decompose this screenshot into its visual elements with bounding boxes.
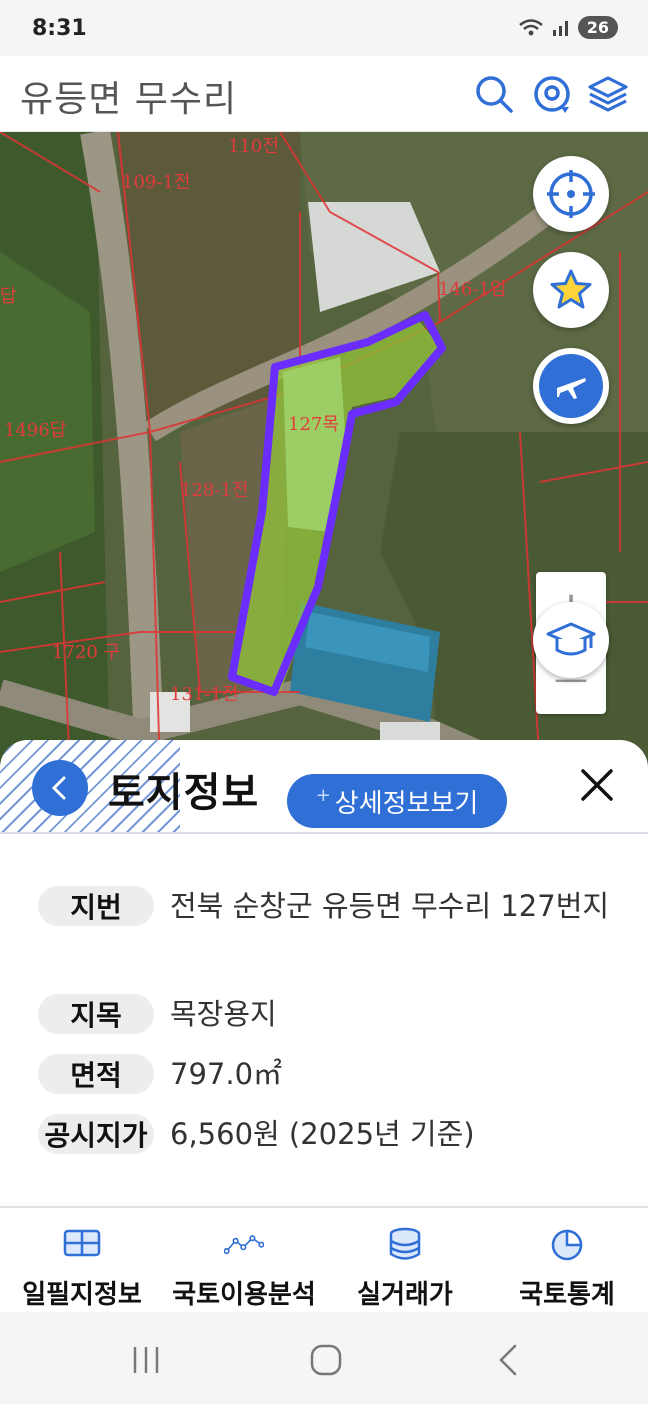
info-row-land-category: 지목 목장용지 <box>38 994 610 1036</box>
my-location-button[interactable] <box>533 156 609 232</box>
nav-parcel-info[interactable]: 일필지정보 <box>14 1208 150 1314</box>
info-value: 797.0㎡ <box>170 1057 283 1091</box>
favorite-button[interactable] <box>533 252 609 328</box>
nav-land-statistics[interactable]: 국토통계 <box>502 1208 632 1314</box>
database-icon <box>385 1226 425 1262</box>
back-icon[interactable] <box>488 1340 528 1380</box>
info-label: 지번 <box>38 886 154 926</box>
chevron-left-icon <box>51 776 66 800</box>
close-icon <box>581 769 613 801</box>
map-view[interactable]: 110전 109-1전 146-1임 답 1496답 127목 128-1전 1… <box>0 132 648 772</box>
system-nav-bar <box>0 1312 648 1404</box>
star-icon <box>550 269 592 309</box>
bottom-nav: 일필지정보 국토이용분석 실거래가 국토통계 <box>0 1206 648 1312</box>
layers-icon[interactable] <box>586 72 630 116</box>
parcel-label: 109-1전 <box>122 172 191 193</box>
search-icon[interactable] <box>472 72 516 116</box>
info-row-official-price: 공시지가 6,560원 (2025년 기준) <box>38 1114 610 1156</box>
info-value: 전북 순창군 유등면 무수리 127번지 <box>170 889 610 923</box>
back-button[interactable] <box>32 760 88 816</box>
close-button[interactable] <box>574 762 620 808</box>
crosshair-icon <box>547 170 595 218</box>
graduation-cap-icon <box>546 622 596 656</box>
status-icons: 26 <box>518 16 618 39</box>
nav-label: 실거래가 <box>357 1280 453 1310</box>
parcel-label: 답 <box>0 286 17 307</box>
page-title: 유등면 무수리 <box>20 79 238 120</box>
nav-label: 국토이용분석 <box>172 1280 316 1310</box>
status-time: 8:31 <box>32 16 87 41</box>
wifi-icon <box>518 18 543 35</box>
screen: 8:31 26 유등면 무수리 110전 109-1전 146-1임 답 149… <box>0 0 648 1404</box>
home-icon[interactable] <box>306 1340 346 1380</box>
info-row-lot-number: 지번 전북 순창군 유등면 무수리 127번지 <box>38 886 610 928</box>
parcel-label: 1720 구 <box>52 642 121 663</box>
nav-real-transaction-price[interactable]: 실거래가 <box>340 1208 470 1314</box>
land-info-sheet: 토지정보 + 상세정보보기 지번 전북 순창군 유등면 무수리 127번지 지목… <box>0 740 648 1210</box>
airplane-icon <box>557 378 586 399</box>
parcel-label: 146-1임 <box>438 279 507 300</box>
parcel-label: 131-1전 <box>170 684 239 705</box>
parcel-label: 110전 <box>228 136 279 157</box>
plus-icon: + <box>315 784 331 806</box>
divider <box>0 832 648 834</box>
pie-chart-icon <box>547 1226 587 1262</box>
view-details-label: 상세정보보기 <box>334 788 479 819</box>
parcel-label: 1496답 <box>4 420 67 441</box>
info-label: 공시지가 <box>38 1114 154 1154</box>
parcel-label: 127목 <box>288 414 339 435</box>
nav-label: 일필지정보 <box>22 1280 142 1310</box>
info-row-area: 면적 797.0㎡ <box>38 1054 610 1096</box>
info-value: 6,560원 (2025년 기준) <box>170 1117 475 1151</box>
flight-view-button[interactable] <box>533 348 609 424</box>
parcel-label: 128-1전 <box>180 480 249 501</box>
recent-apps-icon[interactable] <box>126 1340 166 1380</box>
info-label: 면적 <box>38 1054 154 1094</box>
nav-land-use-analysis[interactable]: 국토이용분석 <box>162 1208 326 1314</box>
location-target-icon[interactable] <box>530 72 574 116</box>
signal-icon <box>552 20 568 36</box>
status-bar: 8:31 26 <box>0 0 648 56</box>
info-label: 지목 <box>38 994 154 1034</box>
app-header: 유등면 무수리 <box>0 56 648 132</box>
nav-label: 국토통계 <box>519 1280 615 1310</box>
battery-badge: 26 <box>577 16 618 39</box>
grid-map-icon <box>62 1226 102 1262</box>
line-chart-icon <box>224 1226 264 1262</box>
view-details-button[interactable]: + 상세정보보기 <box>287 774 507 828</box>
info-value: 목장용지 <box>170 997 277 1031</box>
sheet-title: 토지정보 <box>108 770 260 816</box>
learning-button[interactable] <box>533 602 609 678</box>
